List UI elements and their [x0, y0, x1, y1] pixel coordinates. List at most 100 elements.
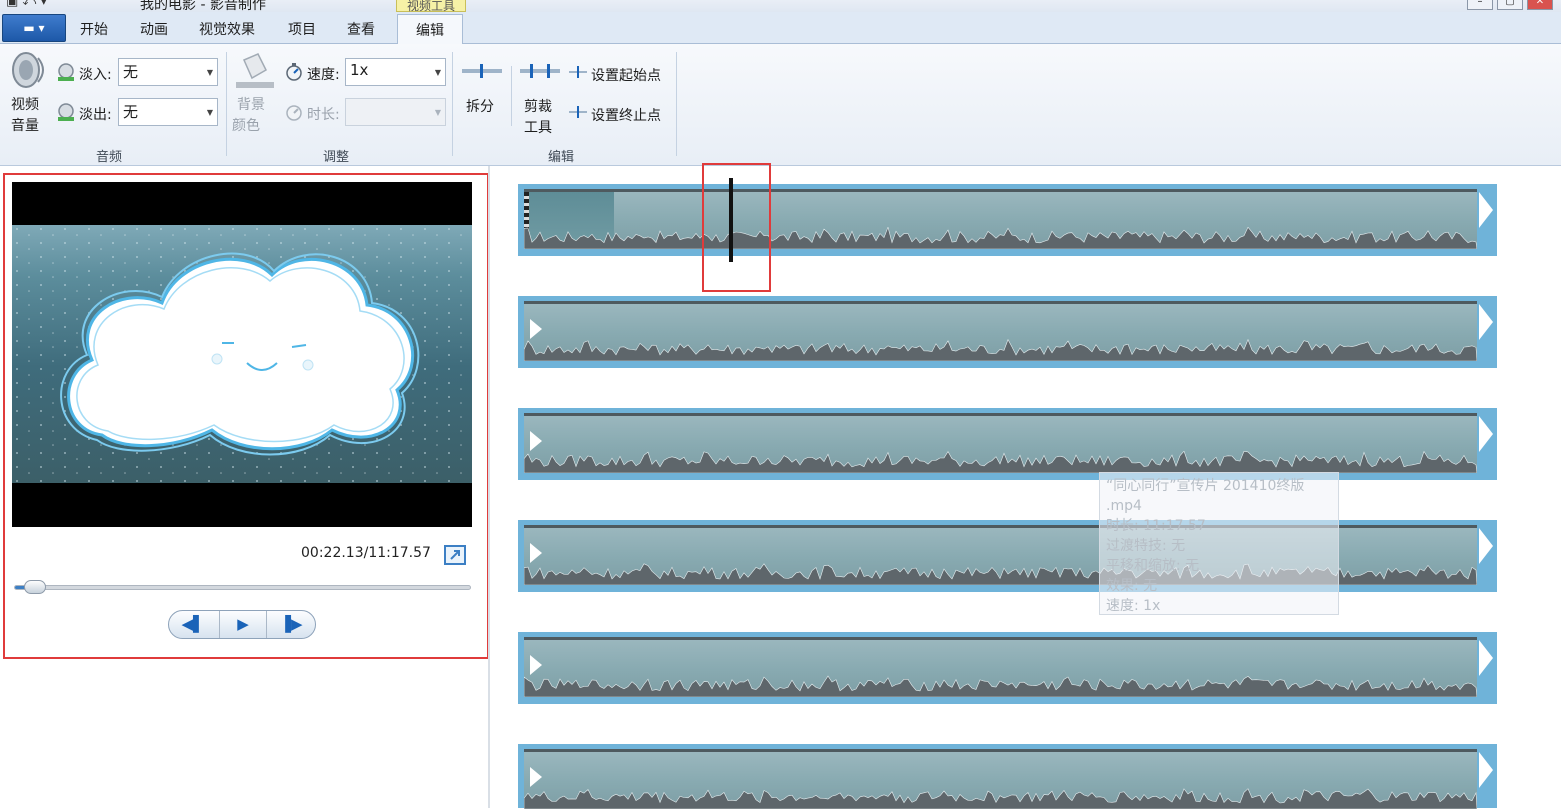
- tooltip-filename: “同心同行”宣传片 201410终版: [1106, 478, 1305, 494]
- set-start-icon: [569, 66, 587, 78]
- group-separator: [226, 52, 227, 156]
- track-end-marker: [1479, 528, 1493, 564]
- tab-edit[interactable]: 编辑: [397, 14, 463, 45]
- clip-top-line: [524, 749, 1477, 752]
- trim-tool-label-2[interactable]: 工具: [524, 117, 552, 137]
- fade-out-select[interactable]: 无 ▼: [118, 98, 218, 126]
- clip-top-line: [524, 189, 1477, 192]
- clip-top-line: [524, 301, 1477, 304]
- set-end-button[interactable]: 设置终止点: [591, 105, 661, 125]
- pane-divider[interactable]: [488, 166, 490, 808]
- seek-thumb[interactable]: [24, 580, 46, 594]
- track-end-marker: [1479, 640, 1493, 676]
- tooltip-extension: .mp4: [1106, 498, 1142, 514]
- seek-bar[interactable]: [14, 585, 471, 590]
- chevron-down-icon: ▼: [434, 108, 441, 117]
- chevron-down-icon: ▼: [434, 68, 441, 77]
- close-button[interactable]: ✕: [1527, 0, 1553, 10]
- bg-color-label-2: 颜色: [232, 118, 260, 134]
- window-title: 我的电影 - 影音制作: [140, 0, 266, 12]
- play-button[interactable]: ▶: [219, 611, 267, 638]
- context-tab-video-tools: 视频工具: [396, 0, 466, 12]
- set-start-button[interactable]: 设置起始点: [591, 65, 661, 85]
- track-end-marker: [1479, 752, 1493, 788]
- trim-tool-label-1[interactable]: 剪裁: [524, 96, 552, 116]
- adjust-group-label: 调整: [323, 150, 350, 165]
- tooltip-speed: 速度: 1x: [1106, 598, 1161, 614]
- paint-bucket-icon: [236, 53, 274, 88]
- track-start-marker: [530, 319, 542, 339]
- maximize-button[interactable]: ▢: [1497, 0, 1523, 10]
- tab-animations[interactable]: 动画: [140, 19, 168, 39]
- fade-in-label: 淡入:: [79, 67, 112, 83]
- tooltip-effects: 效果: 无: [1106, 578, 1158, 594]
- track-start-marker: [530, 655, 542, 675]
- split-button[interactable]: 拆分: [466, 96, 494, 116]
- speed-stopwatch-icon: [286, 63, 302, 81]
- clip-frames: [524, 301, 1477, 361]
- timeline-track[interactable]: [518, 296, 1497, 368]
- quick-access-toolbar[interactable]: ▣ ⤺ ▾: [6, 0, 47, 9]
- clip-frames: [524, 189, 1477, 249]
- tooltip-pan-zoom: 平移和缩放: 无: [1106, 558, 1200, 574]
- audio-waveform: [524, 788, 1477, 809]
- title-bar: ▣ ⤺ ▾ 我的电影 - 影音制作 视频工具 – ▢ ✕: [0, 0, 1561, 12]
- minimize-button[interactable]: –: [1467, 0, 1493, 10]
- clip-frames: [524, 413, 1477, 473]
- speed-label: 速度:: [307, 67, 340, 83]
- duration-label: 时长:: [307, 107, 340, 123]
- track-start-marker: [530, 431, 542, 451]
- speed-select[interactable]: 1x ▼: [345, 58, 446, 86]
- audio-waveform: [524, 339, 1477, 361]
- fullscreen-icon[interactable]: [444, 545, 466, 565]
- edit-group-label: 编辑: [548, 150, 575, 165]
- audio-group-label: 音频: [96, 150, 123, 165]
- timeline-track[interactable]: [518, 632, 1497, 704]
- speaker-icon[interactable]: [8, 50, 48, 90]
- timecode: 00:22.13/11:17.57: [301, 545, 431, 561]
- next-frame-button[interactable]: ▐▶: [267, 611, 315, 638]
- track-start-marker: [530, 767, 542, 787]
- video-volume-label-1[interactable]: 视频: [11, 94, 39, 114]
- tooltip-duration: 时长: 11:17.57: [1106, 518, 1206, 534]
- clip-top-line: [524, 413, 1477, 416]
- app-menu-button[interactable]: ▬ ▾: [2, 14, 66, 42]
- group-separator: [676, 52, 677, 156]
- timeline-track[interactable]: [518, 744, 1497, 809]
- timeline-track[interactable]: [518, 408, 1497, 480]
- audio-waveform: [524, 675, 1477, 697]
- chevron-down-icon: ▼: [206, 108, 213, 117]
- tooltip-transition: 过渡特技: 无: [1106, 538, 1186, 554]
- fade-in-icon: [58, 63, 74, 81]
- timeline-track[interactable]: [518, 520, 1497, 592]
- fade-in-select[interactable]: 无 ▼: [118, 58, 218, 86]
- timeline-track[interactable]: [518, 184, 1497, 256]
- trim-tool-icon: [520, 64, 560, 78]
- bg-color-label-1: 背景: [237, 97, 265, 113]
- ribbon-tabs: ▬ ▾ 开始 动画 视觉效果 项目 查看 编辑: [0, 12, 1561, 45]
- track-end-marker: [1479, 416, 1493, 452]
- clip-frames: [524, 749, 1477, 809]
- duration-stopwatch-icon: [286, 105, 302, 121]
- fade-out-label: 淡出:: [79, 107, 112, 123]
- clip-frames: [524, 637, 1477, 697]
- audio-waveform: [524, 451, 1477, 473]
- track-start-marker: [530, 543, 542, 563]
- ribbon-panel: 视频 音量 淡入: 无 ▼ 淡出: 无 ▼ 音频 背景 颜色 速度: 1x ▼ 时长:…: [0, 44, 1561, 166]
- tab-project[interactable]: 项目: [288, 19, 316, 39]
- clip-tooltip: “同心同行”宣传片 201410终版 .mp4 时长: 11:17.57 过渡特…: [1099, 472, 1339, 615]
- set-end-icon: [569, 106, 587, 118]
- tab-home[interactable]: 开始: [80, 19, 108, 39]
- tab-view[interactable]: 查看: [347, 19, 375, 39]
- transport-controls: ◀▌ ▶ ▐▶: [168, 610, 316, 639]
- duration-select[interactable]: ▼: [345, 98, 446, 126]
- tab-visual-effects[interactable]: 视觉效果: [199, 19, 255, 39]
- playhead-highlight-box: [702, 163, 771, 292]
- group-separator: [511, 66, 512, 126]
- split-icon: [462, 64, 502, 78]
- group-separator: [452, 52, 453, 156]
- audio-waveform: [524, 227, 1477, 249]
- track-end-marker: [1479, 304, 1493, 340]
- previous-frame-button[interactable]: ◀▌: [169, 611, 217, 638]
- video-volume-label-2[interactable]: 音量: [11, 115, 39, 135]
